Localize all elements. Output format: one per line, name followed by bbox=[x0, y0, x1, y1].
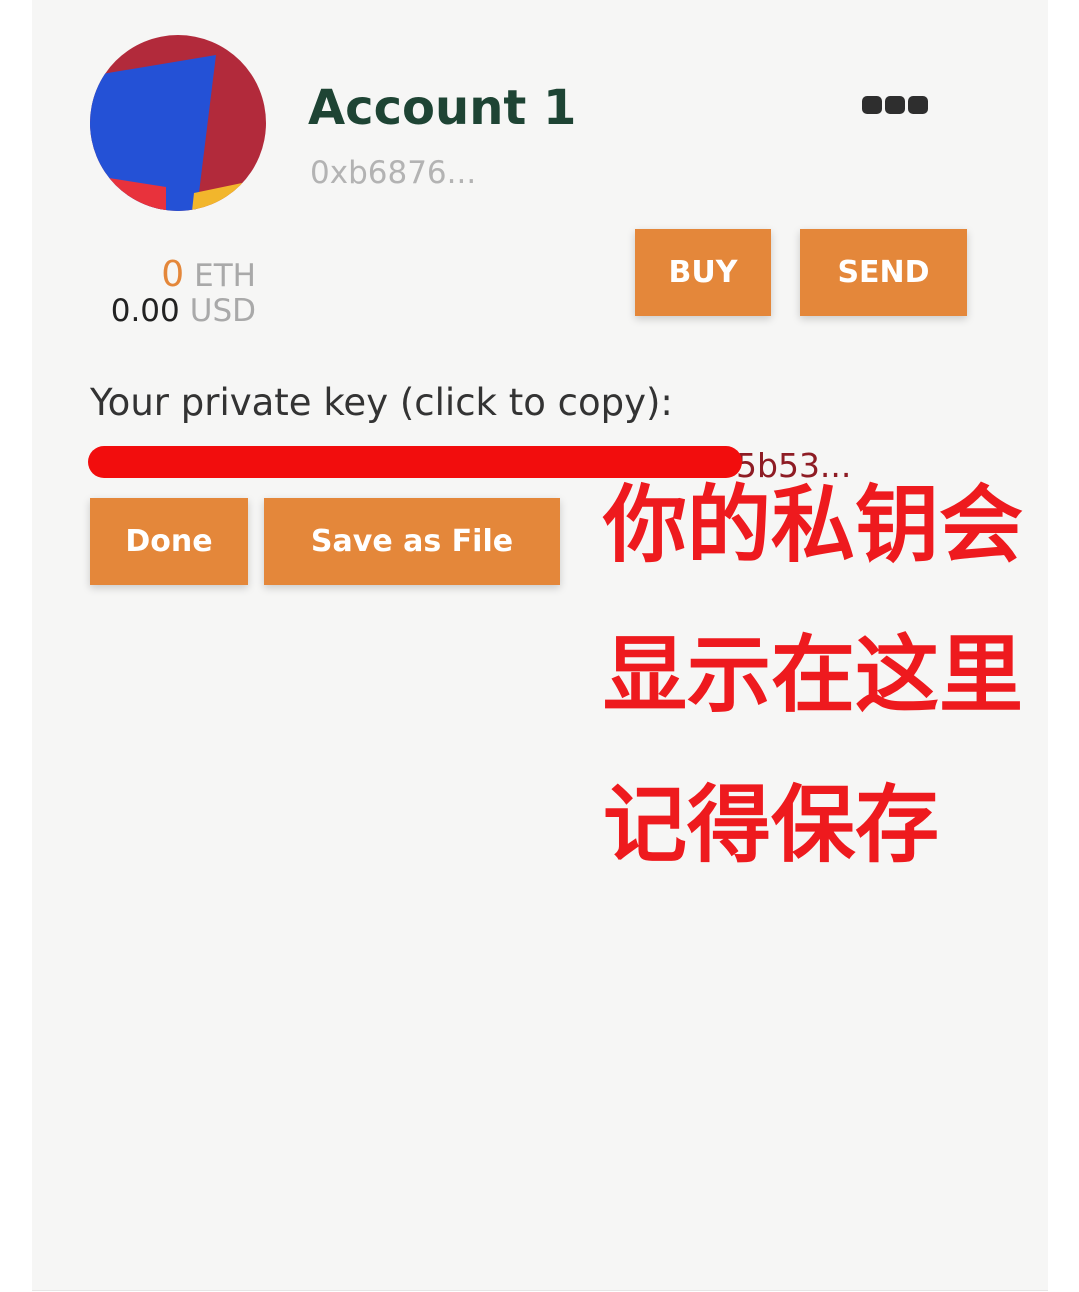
account-address[interactable]: 0xb6876... bbox=[310, 152, 476, 194]
identicon-avatar bbox=[90, 35, 266, 211]
eth-balance-row: 0 ETH bbox=[88, 254, 256, 295]
done-button[interactable]: Done bbox=[90, 498, 248, 585]
save-as-file-button[interactable]: Save as File bbox=[264, 498, 560, 585]
menu-dot bbox=[885, 96, 905, 114]
eth-unit: ETH bbox=[194, 258, 256, 294]
menu-dot bbox=[908, 96, 928, 114]
buy-button[interactable]: BUY bbox=[635, 229, 771, 316]
usd-balance-row: 0.00 USD bbox=[88, 293, 256, 330]
eth-balance-value: 0 bbox=[161, 254, 185, 295]
usd-balance-value: 0.00 bbox=[110, 293, 180, 329]
send-button[interactable]: SEND bbox=[800, 229, 967, 316]
annotation-note: 你的私钥会 显示在这里 记得保存 bbox=[603, 450, 1043, 900]
private-key-label: Your private key (click to copy): bbox=[90, 381, 673, 424]
ellipsis-icon[interactable] bbox=[858, 90, 932, 120]
menu-dot bbox=[862, 96, 882, 114]
usd-unit: USD bbox=[189, 293, 256, 329]
account-name: Account 1 bbox=[308, 80, 577, 136]
annotation-line: 记得保存 bbox=[603, 776, 940, 874]
wallet-page: Account 1 0xb6876... 0 ETH 0.00 USD BUY SE… bbox=[0, 0, 1079, 1292]
annotation-line: 你的私钥会 bbox=[603, 476, 1024, 574]
balance-display: 0 ETH 0.00 USD bbox=[88, 256, 256, 330]
annotation-line: 显示在这里 bbox=[603, 626, 1024, 724]
